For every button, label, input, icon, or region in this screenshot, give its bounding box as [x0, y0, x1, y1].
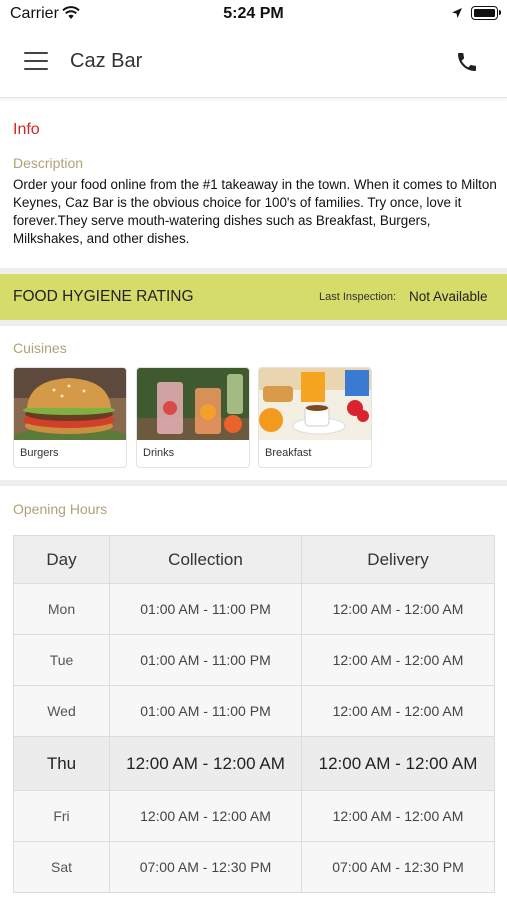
- burger-image: [14, 368, 126, 440]
- day-cell: Sat: [13, 841, 110, 893]
- cuisines-label: Cuisines: [13, 340, 67, 356]
- opening-hours-label: Opening Hours: [13, 501, 108, 517]
- column-header-day: Day: [13, 535, 110, 584]
- delivery-cell: 12:00 AM - 12:00 AM: [301, 583, 495, 635]
- page-title: Caz Bar: [70, 50, 143, 72]
- app-header: Caz Bar: [0, 30, 507, 98]
- delivery-cell: 12:00 AM - 12:00 AM: [301, 790, 495, 842]
- section-divider: [0, 480, 507, 486]
- hamburger-menu-icon[interactable]: [24, 52, 48, 70]
- day-cell: Fri: [13, 790, 110, 842]
- delivery-cell: 12:00 AM - 12:00 AM: [301, 634, 495, 686]
- day-cell: Tue: [13, 634, 110, 686]
- collection-cell: 07:00 AM - 12:30 PM: [109, 841, 302, 893]
- table-row-today: Thu 12:00 AM - 12:00 AM 12:00 AM - 12:00…: [13, 736, 495, 791]
- delivery-cell: 12:00 AM - 12:00 AM: [301, 685, 495, 737]
- table-row: Wed 01:00 AM - 11:00 PM 12:00 AM - 12:00…: [13, 685, 495, 737]
- day-cell: Mon: [13, 583, 110, 635]
- cuisine-card-drinks[interactable]: Drinks: [136, 367, 250, 468]
- delivery-cell: 07:00 AM - 12:30 PM: [301, 841, 495, 893]
- description-text: Order your food online from the #1 takea…: [13, 177, 497, 246]
- column-header-collection: Collection: [109, 535, 302, 584]
- location-arrow-icon: [452, 8, 462, 18]
- status-bar: Carrier 5:24 PM: [0, 0, 507, 30]
- collection-cell: 01:00 AM - 11:00 PM: [109, 685, 302, 737]
- section-divider: [0, 320, 507, 326]
- last-inspection-label: Last Inspection:: [319, 291, 397, 303]
- description-label: Description: [13, 155, 84, 171]
- cuisine-name: Breakfast: [265, 447, 312, 459]
- info-title: Info: [13, 121, 40, 138]
- cuisine-name: Drinks: [143, 447, 175, 459]
- drinks-image: [137, 368, 249, 440]
- table-row: Sat 07:00 AM - 12:30 PM 07:00 AM - 12:30…: [13, 841, 495, 893]
- cuisine-card-burgers[interactable]: Burgers: [13, 367, 127, 468]
- day-cell: Wed: [13, 685, 110, 737]
- day-cell: Thu: [13, 736, 110, 791]
- cuisine-name: Burgers: [20, 447, 59, 459]
- status-time: 5:24 PM: [223, 5, 284, 22]
- hygiene-title: FOOD HYGIENE RATING: [13, 288, 194, 305]
- collection-cell: 01:00 AM - 11:00 PM: [109, 634, 302, 686]
- table-row: Mon 01:00 AM - 11:00 PM 12:00 AM - 12:00…: [13, 583, 495, 635]
- opening-hours-table: Day Collection Delivery Mon 01:00 AM - 1…: [13, 535, 495, 893]
- table-header-row: Day Collection Delivery: [13, 535, 495, 584]
- cuisine-card-breakfast[interactable]: Breakfast: [258, 367, 372, 468]
- table-row: Tue 01:00 AM - 11:00 PM 12:00 AM - 12:00…: [13, 634, 495, 686]
- phone-icon[interactable]: [455, 50, 479, 74]
- battery-icon: [471, 6, 501, 20]
- food-hygiene-bar: FOOD HYGIENE RATING Last Inspection: Not…: [0, 274, 507, 320]
- delivery-cell: 12:00 AM - 12:00 AM: [301, 736, 495, 791]
- collection-cell: 12:00 AM - 12:00 AM: [109, 790, 302, 842]
- collection-cell: 12:00 AM - 12:00 AM: [109, 736, 302, 791]
- breakfast-image: [259, 368, 371, 440]
- last-inspection-value: Not Available: [409, 289, 488, 304]
- column-header-delivery: Delivery: [301, 535, 495, 584]
- collection-cell: 01:00 AM - 11:00 PM: [109, 583, 302, 635]
- table-row: Fri 12:00 AM - 12:00 AM 12:00 AM - 12:00…: [13, 790, 495, 842]
